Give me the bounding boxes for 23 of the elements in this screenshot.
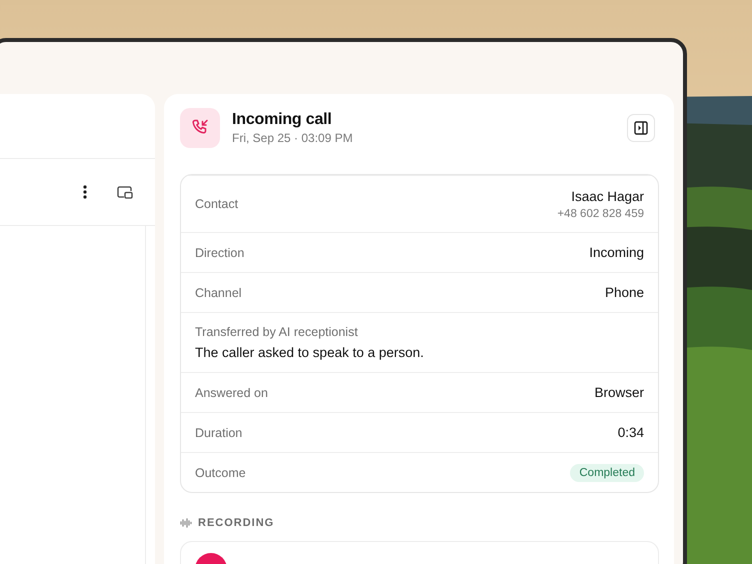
call-timestamp: Fri, Sep 25 · 03:09 PM (232, 131, 354, 145)
detail-value: Browser (594, 385, 644, 400)
detail-value: Incoming (589, 245, 644, 260)
more-icon[interactable] (83, 185, 87, 199)
detail-label: Answered on (195, 386, 268, 400)
detail-label: Contact (195, 197, 238, 211)
contact-name: Isaac Hagar (571, 188, 644, 204)
detail-value: 0:34 (618, 425, 644, 440)
side-panel-icon (634, 121, 648, 135)
section-heading: RECORDING (198, 517, 274, 529)
detail-value: Phone (604, 285, 644, 300)
screen-icon[interactable] (117, 186, 133, 198)
panel-toggle-button[interactable] (627, 114, 655, 142)
detail-label: Direction (195, 246, 244, 260)
status-badge: Completed (570, 464, 644, 482)
transfer-note: The caller asked to speak to a person. (195, 345, 424, 360)
detail-label: Transferred by AI receptionist (195, 325, 358, 339)
detail-label: Outcome (195, 466, 246, 480)
detail-label: Channel (195, 286, 242, 300)
call-title: Incoming call (232, 111, 333, 129)
phone-number: +48 602 828 459 (557, 208, 644, 220)
waveform-icon (180, 518, 192, 528)
detail-label: Duration (195, 426, 242, 440)
